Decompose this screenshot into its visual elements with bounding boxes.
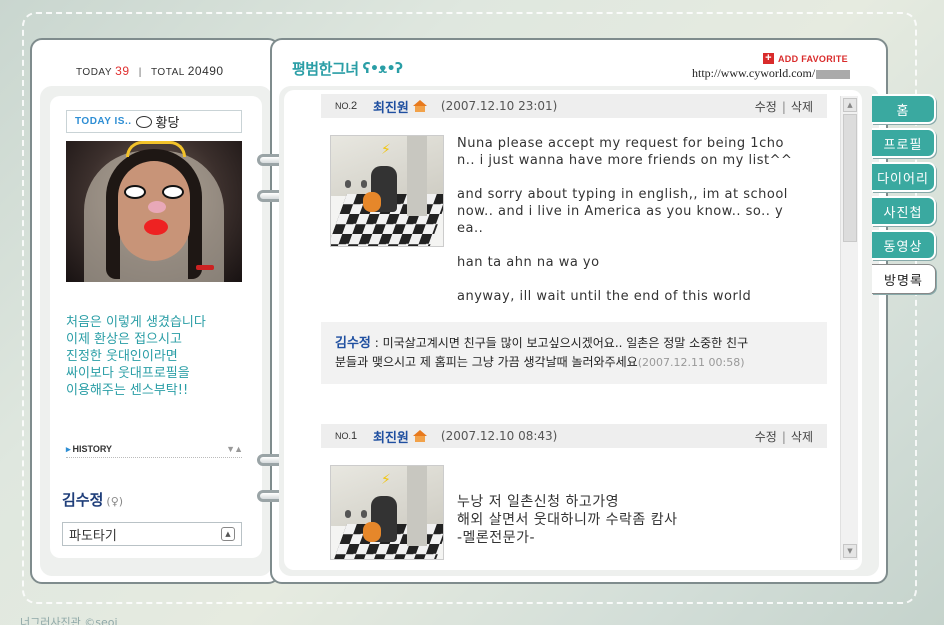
owner-reply: 김수정 : 미국살고계시면 친구들 많이 보고싶으시겠어요.. 일촌은 정말 소… xyxy=(321,322,827,384)
tab-guestbook[interactable]: 방명록 xyxy=(872,264,936,294)
entry-no-label: NO. xyxy=(335,101,352,111)
tab-photos[interactable]: 사진첩 xyxy=(872,196,936,226)
history-label: HISTORY xyxy=(72,443,113,454)
message-line xyxy=(457,237,792,254)
entry-actions: 수정 | 삭제 xyxy=(754,99,813,114)
total-label: TOTAL xyxy=(151,67,185,78)
footer-credit: 너그러사진관 ©seoj xyxy=(20,616,118,625)
guestbook-entry-header: NO.1 최진원 (2007.12.10 08:43) 수정 | 삭제 xyxy=(321,424,827,448)
entry-author[interactable]: 최진원 xyxy=(373,427,409,446)
home-icon[interactable] xyxy=(412,100,427,112)
reply-time: (2007.12.11 00:58) xyxy=(637,356,745,369)
today-mood-box[interactable]: TODAY IS.. 황당 xyxy=(66,110,242,133)
tab-home[interactable]: 홈 xyxy=(872,94,936,124)
message-line: n.. i just wanna have more friends on my… xyxy=(457,153,793,168)
message-line: -멜론전문가- xyxy=(457,530,536,546)
message-line: anyway, ill wait until the end of this w… xyxy=(457,289,752,304)
entry-number: NO.1 xyxy=(335,430,373,442)
plus-icon: + xyxy=(763,53,774,64)
redacted-url-part xyxy=(816,69,851,79)
entry-message: 누낭 저 일촌신청 하고가영 해외 살면서 웃대하니까 수락좀 캄사 -멜론전문… xyxy=(457,493,678,547)
entry-date: (2007.12.10 08:43) xyxy=(440,429,558,443)
profile-intro: 처음은 이렇게 생겼습니다 이제 환상은 접으시고 진정한 웃대인이라면 싸이보… xyxy=(66,314,246,399)
surf-select-value: 파도타기 xyxy=(69,528,117,544)
entry-no-value: 1 xyxy=(351,430,358,442)
total-count: 20490 xyxy=(187,64,224,78)
message-line: 누낭 저 일촌신청 하고가영 xyxy=(457,494,620,510)
message-line: now.. and i live in America as you know.… xyxy=(457,204,784,219)
speech-bubble-icon xyxy=(135,115,152,128)
history-divider xyxy=(66,457,242,458)
entry-number: NO.2 xyxy=(335,100,373,112)
minime-avatar: ⚡ xyxy=(330,135,444,247)
tab-diary[interactable]: 다이어리 xyxy=(872,162,936,192)
reply-text-line1: : 미국살고계시면 친구들 많이 보고싶으시겠어요.. 일촌은 정말 소중한 친… xyxy=(374,336,749,350)
intro-line: 이용해주는 센스부탁!! xyxy=(66,383,189,398)
site-title-text: 평범한그녀 xyxy=(292,60,359,78)
today-label: TODAY xyxy=(76,67,112,78)
today-is-label: TODAY IS.. xyxy=(75,116,132,127)
reply-author[interactable]: 김수정 xyxy=(335,336,371,351)
scroll-down-icon[interactable]: ▼ xyxy=(843,544,857,558)
bear-icon: ʕ•ᴥ•ʔ xyxy=(362,61,404,77)
message-line xyxy=(457,271,792,288)
edit-button[interactable]: 수정 xyxy=(755,100,777,114)
entry-actions: 수정 | 삭제 xyxy=(754,429,813,444)
intro-line: 이제 환상은 접으시고 xyxy=(66,332,182,347)
url-text: http://www.cyworld.com/ xyxy=(692,66,816,80)
entry-no-value: 2 xyxy=(351,100,358,112)
intro-line: 싸이보다 웃대프로필을 xyxy=(66,366,190,381)
guestbook-scrollbar[interactable]: ▲ ▼ xyxy=(840,96,858,560)
entry-date: (2007.12.10 23:01) xyxy=(440,99,558,113)
intro-line: 처음은 이렇게 생겼습니다 xyxy=(66,315,206,330)
edit-button[interactable]: 수정 xyxy=(755,430,777,444)
owner-name-row: 김수정 (♀) xyxy=(62,489,123,510)
scroll-up-icon[interactable]: ▲ xyxy=(843,98,857,112)
visitor-counter: TODAY 39 | TOTAL 20490 xyxy=(76,64,224,78)
profile-photo xyxy=(66,141,242,282)
owner-gender: (♀) xyxy=(106,495,124,508)
homepage-url: http://www.cyworld.com/ xyxy=(692,66,851,81)
add-favorite-label: ADD FAVORITE xyxy=(778,53,848,64)
minime-avatar: ⚡ xyxy=(330,465,444,560)
expand-triangles-icon[interactable]: ▼▲ xyxy=(226,444,243,454)
home-icon[interactable] xyxy=(412,430,427,442)
entry-author[interactable]: 최진원 xyxy=(373,97,409,116)
message-line: ea.. xyxy=(457,221,484,236)
tab-videos[interactable]: 동영상 xyxy=(872,230,936,260)
entry-message: Nuna please accept my request for being … xyxy=(457,135,792,305)
tab-profile[interactable]: 프로필 xyxy=(872,128,936,158)
site-title[interactable]: 평범한그녀 ʕ•ᴥ•ʔ xyxy=(292,58,403,79)
counter-divider: | xyxy=(138,67,142,78)
owner-name[interactable]: 김수정 xyxy=(62,491,103,509)
select-toggle-icon[interactable]: ▲ xyxy=(221,527,235,541)
add-favorite-link[interactable]: + ADD FAVORITE xyxy=(763,53,848,64)
message-line: Nuna please accept my request for being … xyxy=(457,136,784,151)
guestbook-entry-header: NO.2 최진원 (2007.12.10 23:01) 수정 | 삭제 xyxy=(321,94,827,118)
entry-no-label: NO. xyxy=(335,431,352,441)
message-line: and sorry about typing in english,, im a… xyxy=(457,187,788,202)
history-link[interactable]: ▸ HISTORY ▼▲ xyxy=(66,442,243,456)
delete-button[interactable]: 삭제 xyxy=(791,430,813,444)
mood-text: 황당 xyxy=(155,116,180,131)
delete-button[interactable]: 삭제 xyxy=(791,100,813,114)
intro-line: 진정한 웃대인이라면 xyxy=(66,349,178,364)
surf-select[interactable]: 파도타기 ▲ xyxy=(62,522,242,546)
message-line: 해외 살면서 웃대하니까 수락좀 캄사 xyxy=(457,512,678,528)
message-line xyxy=(457,169,792,186)
today-count: 39 xyxy=(115,64,130,78)
reply-text-line2: 분들과 맺으시고 제 홈피는 그냥 가끔 생각날때 놀러와주세요 xyxy=(335,355,638,369)
message-line: han ta ahn na wa yo xyxy=(457,255,600,270)
play-arrow-icon: ▸ xyxy=(66,443,71,454)
scroll-thumb[interactable] xyxy=(843,114,857,242)
